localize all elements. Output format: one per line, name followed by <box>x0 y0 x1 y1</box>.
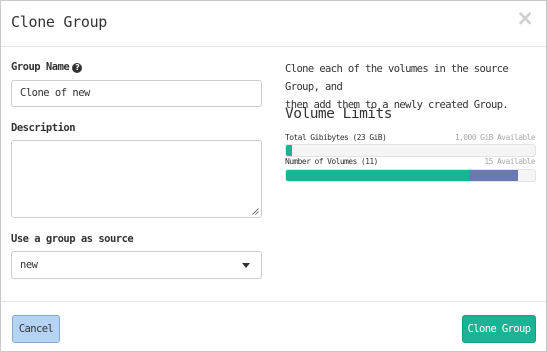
source-group-selected: new <box>20 259 38 271</box>
description-label: Description <box>11 122 76 134</box>
question-circle-icon[interactable]: ? <box>72 63 83 73</box>
quota-bar-volumes-added <box>468 170 519 181</box>
close-icon[interactable]: × <box>516 8 534 29</box>
quota-bar-gibibytes-used <box>286 145 292 156</box>
source-group-select[interactable]: new <box>11 251 262 279</box>
quota-available-volumes: 15 Available <box>484 157 535 166</box>
quota-label-gibibytes: Total Gibibytes (23 GiB) <box>285 133 387 142</box>
group-name-input[interactable]: Clone of new <box>11 80 262 107</box>
source-group-label: Use a group as source <box>11 233 134 245</box>
clone-group-dialog: Clone Group × Group Name? Clone of new D… <box>0 0 547 352</box>
dialog-footer: Cancel Clone Group <box>1 301 546 352</box>
quota-bar-volumes-used <box>286 170 469 181</box>
clone-group-button[interactable]: Clone Group <box>462 315 536 343</box>
group-name-value: Clone of new <box>20 87 90 99</box>
dialog-title: Clone Group <box>11 13 108 31</box>
group-name-label: Group Name? <box>11 61 83 73</box>
dialog-header: Clone Group × <box>1 1 546 47</box>
quota-label-volumes: Number of Volumes (11) <box>285 157 378 166</box>
cancel-button[interactable]: Cancel <box>12 315 60 343</box>
quota-bar-volumes <box>285 169 536 182</box>
volume-limits-title: Volume Limits <box>285 106 393 122</box>
help-text-line-1: Clone each of the volumes in the source … <box>285 63 509 93</box>
description-textarea[interactable] <box>11 140 262 218</box>
quota-bar-gibibytes <box>285 144 536 157</box>
group-name-label-text: Group Name <box>11 61 70 73</box>
resize-grip-icon[interactable] <box>252 208 259 215</box>
quota-available-gibibytes: 1,000 GiB Available <box>454 133 536 142</box>
caret-down-icon <box>242 263 250 268</box>
